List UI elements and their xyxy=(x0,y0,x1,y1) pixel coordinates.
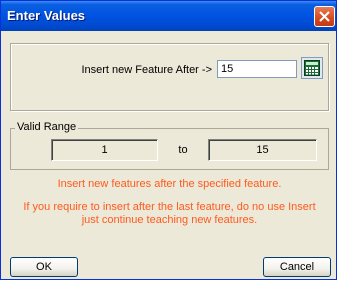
close-icon xyxy=(319,11,330,22)
valid-range-group: Valid Range 1 to 15 xyxy=(10,121,329,170)
range-min-value: 1 xyxy=(51,139,158,161)
range-max-value: 15 xyxy=(208,139,317,161)
calculator-button[interactable] xyxy=(301,57,323,79)
info-message-2: If you require to insert after the last … xyxy=(23,201,316,226)
window-title: Enter Values xyxy=(7,8,86,23)
insert-after-input[interactable] xyxy=(217,60,297,78)
insert-after-label: Insert new Feature After -> xyxy=(81,64,212,76)
enter-values-dialog: Enter Values Insert new Feature After ->… xyxy=(0,0,337,280)
info-message-1: Insert new features after the specified … xyxy=(57,178,282,190)
ok-button[interactable]: OK xyxy=(10,257,78,277)
title-bar[interactable]: Enter Values xyxy=(1,1,336,31)
insert-panel: Insert new Feature After -> xyxy=(10,43,329,111)
calculator-icon xyxy=(304,60,320,76)
cancel-button[interactable]: Cancel xyxy=(263,257,331,277)
range-to-label: to xyxy=(178,144,188,156)
valid-range-legend: Valid Range xyxy=(15,121,79,133)
close-button[interactable] xyxy=(314,6,335,27)
